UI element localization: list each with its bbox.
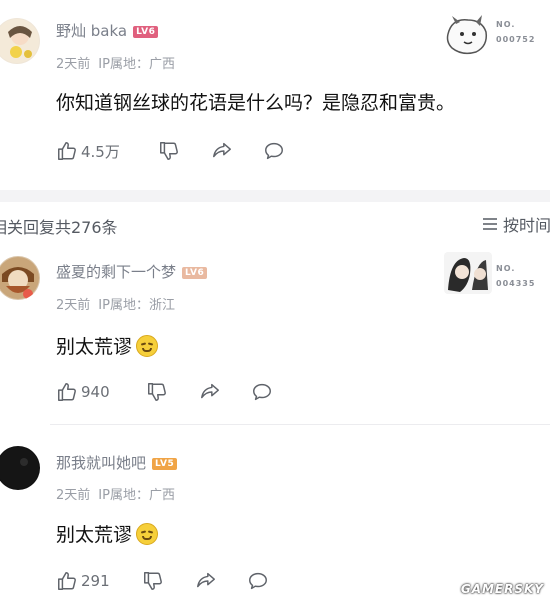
comment-meta: 2天前 IP属地：浙江 (56, 294, 183, 313)
like-count: 291 (81, 572, 110, 590)
like-button[interactable]: 4.5万 (56, 139, 120, 163)
section-divider (0, 190, 550, 202)
comment-meta: 2天前 IP属地：广西 (56, 53, 183, 72)
like-button[interactable]: 291 (56, 569, 110, 593)
comment-text: 别太荒谬 (56, 336, 133, 358)
dislike-icon (160, 142, 178, 160)
username-text[interactable]: 野灿 baka (56, 22, 127, 40)
username[interactable]: 那我就叫她吧 LV5 (56, 452, 178, 473)
ip-location: IP属地：浙江 (98, 298, 175, 313)
comment-time: 2天前 (56, 57, 91, 72)
fan-card[interactable]: NO. 004335 (442, 250, 542, 294)
dislike-icon (144, 572, 162, 590)
share-button[interactable] (194, 569, 218, 593)
share-icon (213, 142, 231, 158)
fan-card-no-label: NO. (496, 264, 516, 273)
sort-label: 按时间 (503, 216, 550, 235)
reply-button[interactable] (250, 380, 274, 404)
laugh-emoji-icon (136, 335, 159, 357)
like-icon (58, 142, 76, 160)
username-text[interactable]: 盛夏的剩下一个梦 (56, 263, 176, 281)
like-count: 940 (81, 383, 110, 401)
comment-icon (249, 572, 267, 590)
comment-actions: 4.5万 (56, 139, 316, 163)
watermark: GAMERSKY (460, 582, 544, 596)
comment-meta: 2天前 IP属地：广西 (56, 484, 183, 503)
comment-actions: 291 (56, 569, 316, 593)
comment-content[interactable]: 别太荒谬 (56, 520, 159, 547)
fan-card[interactable]: NO. 000752 (442, 14, 542, 58)
comment-content[interactable]: 你知道钢丝球的花语是什么吗？是隐忍和富贵。 (56, 88, 455, 115)
username[interactable]: 野灿 baka LV6 (56, 20, 159, 41)
fan-card-image (444, 252, 492, 294)
avatar[interactable] (0, 256, 40, 300)
username[interactable]: 盛夏的剩下一个梦 LV6 (56, 261, 208, 282)
reply-button[interactable] (262, 139, 286, 163)
comment-text: 别太荒谬 (56, 524, 133, 546)
dislike-button[interactable] (142, 569, 164, 593)
level-badge: LV5 (152, 458, 178, 470)
comment-time: 2天前 (56, 298, 91, 313)
level-badge: LV6 (182, 267, 208, 279)
replies-count: 相关回复共276条 (0, 218, 118, 237)
sort-icon (483, 218, 497, 230)
comment-content[interactable]: 别太荒谬 (56, 332, 159, 359)
reply-separator (50, 424, 550, 425)
like-icon (58, 383, 76, 401)
ip-location: IP属地：广西 (98, 57, 175, 72)
like-icon (58, 572, 76, 590)
comment-actions: 940 (56, 380, 316, 404)
ip-location: IP属地：广西 (98, 488, 175, 503)
share-button[interactable] (210, 139, 234, 163)
share-button[interactable] (198, 380, 222, 404)
avatar[interactable] (0, 18, 40, 64)
fan-card-number: 004335 (496, 279, 536, 288)
avatar[interactable] (0, 446, 40, 490)
fan-card-no-label: NO. (496, 20, 516, 29)
dislike-icon (148, 383, 166, 401)
dislike-button[interactable] (146, 380, 168, 404)
share-icon (201, 383, 219, 399)
comment-icon (265, 142, 283, 160)
level-badge: LV6 (133, 26, 159, 38)
like-button[interactable]: 940 (56, 380, 110, 404)
share-icon (197, 572, 215, 588)
fan-card-number: 000752 (496, 35, 536, 44)
laugh-emoji-icon (136, 523, 159, 545)
comment-icon (253, 383, 271, 401)
username-text[interactable]: 那我就叫她吧 (56, 454, 146, 472)
comment-time: 2天前 (56, 488, 91, 503)
dislike-button[interactable] (158, 139, 180, 163)
reply-button[interactable] (246, 569, 270, 593)
sort-button[interactable]: 按时间 (482, 212, 550, 236)
fan-card-image (446, 15, 488, 55)
like-count: 4.5万 (81, 142, 120, 161)
